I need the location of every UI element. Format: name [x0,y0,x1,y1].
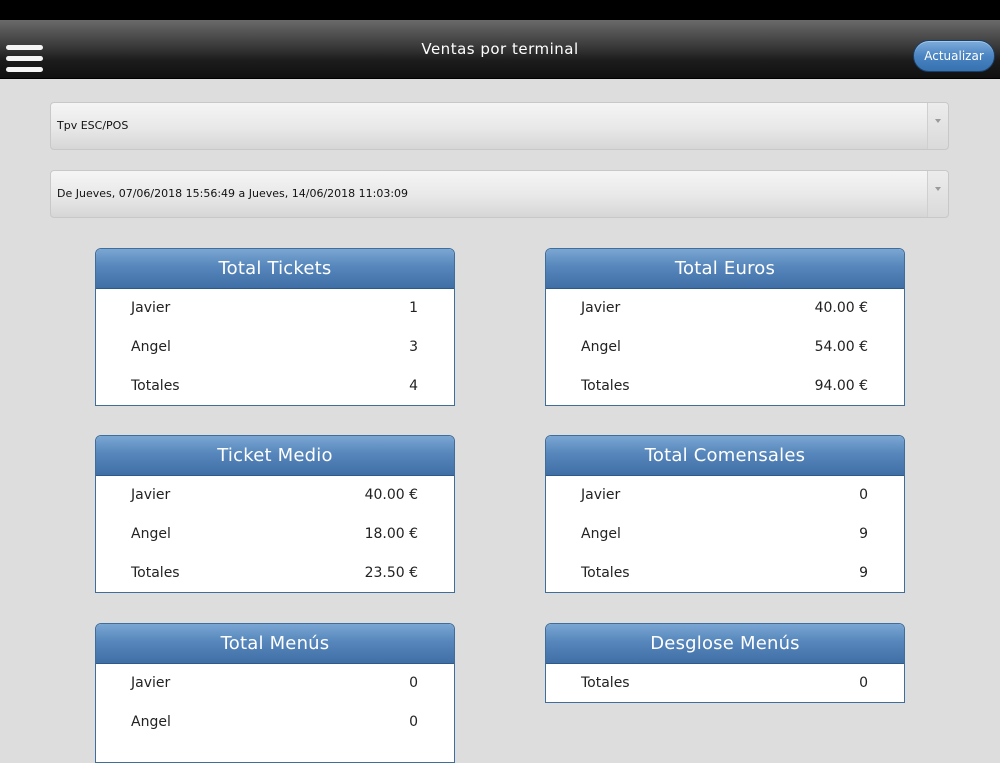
card-title: Total Menús [96,624,454,664]
row-label: Angel [131,526,171,542]
card-title: Total Comensales [546,436,904,476]
row-label: Javier [581,487,621,503]
row-value: 40.00 € [814,300,868,316]
card-title: Desglose Menús [546,624,904,664]
list-item: Angel 3 [96,328,454,367]
list-item: Totales 9 [546,554,904,592]
list-item: Angel 54.00 € [546,328,904,367]
list-item: Javier 0 [96,664,454,703]
list-item: Totales 4 [96,367,454,405]
list-item: Javier 40.00 € [546,289,904,328]
desglose-menus-card: Desglose Menús Totales 0 [545,623,905,703]
row-label: Javier [131,300,171,316]
chevron-down-icon [927,103,948,149]
chevron-down-icon [927,171,948,217]
row-value: 23.50 € [364,565,418,581]
row-label: Angel [131,339,171,355]
row-value: 9 [859,565,868,581]
date-range-select[interactable]: De Jueves, 07/06/2018 15:56:49 a Jueves,… [50,170,949,218]
ticket-medio-card: Ticket Medio Javier 40.00 € Angel 18.00 … [95,435,455,593]
status-bar [0,0,1000,20]
row-label: Angel [581,339,621,355]
refresh-button[interactable]: Actualizar [913,40,995,72]
row-value: 0 [409,714,418,730]
row-value: 54.00 € [814,339,868,355]
terminal-select-value: Tpv ESC/POS [57,119,129,132]
row-value: 18.00 € [364,526,418,542]
row-value: 0 [859,487,868,503]
page-title: Ventas por terminal [421,40,579,58]
list-item: Totales 23.50 € [96,554,454,592]
total-tickets-card: Total Tickets Javier 1 Angel 3 Totales 4 [95,248,455,406]
list-item: Angel 0 [96,703,454,742]
row-value: 40.00 € [364,487,418,503]
card-title: Total Euros [546,249,904,289]
navigation-bar: Ventas por terminal Actualizar [0,20,1000,79]
row-value: 94.00 € [814,378,868,394]
date-range-select-value: De Jueves, 07/06/2018 15:56:49 a Jueves,… [57,187,409,200]
row-label: Totales [131,378,180,394]
card-title: Ticket Medio [96,436,454,476]
row-label: Totales [581,675,630,691]
list-item: Angel 9 [546,515,904,554]
row-value: 9 [859,526,868,542]
total-euros-card: Total Euros Javier 40.00 € Angel 54.00 €… [545,248,905,406]
row-value: 0 [409,675,418,691]
terminal-select[interactable]: Tpv ESC/POS [50,102,949,150]
row-label: Javier [131,675,171,691]
total-menus-card: Total Menús Javier 0 Angel 0 [95,623,455,763]
total-comensales-card: Total Comensales Javier 0 Angel 9 Totale… [545,435,905,593]
row-label: Javier [581,300,621,316]
row-value: 4 [409,378,418,394]
list-item: Totales 0 [546,664,904,702]
row-label: Angel [131,714,171,730]
list-item: Javier 0 [546,476,904,515]
row-label: Javier [131,487,171,503]
list-item: Angel 18.00 € [96,515,454,554]
row-label: Angel [581,526,621,542]
list-item: Javier 40.00 € [96,476,454,515]
row-label: Totales [581,378,630,394]
row-value: 1 [409,300,418,316]
row-value: 3 [409,339,418,355]
list-item: Totales 94.00 € [546,367,904,405]
card-title: Total Tickets [96,249,454,289]
row-label: Totales [131,565,180,581]
row-value: 0 [859,675,868,691]
list-item: Javier 1 [96,289,454,328]
row-label: Totales [581,565,630,581]
